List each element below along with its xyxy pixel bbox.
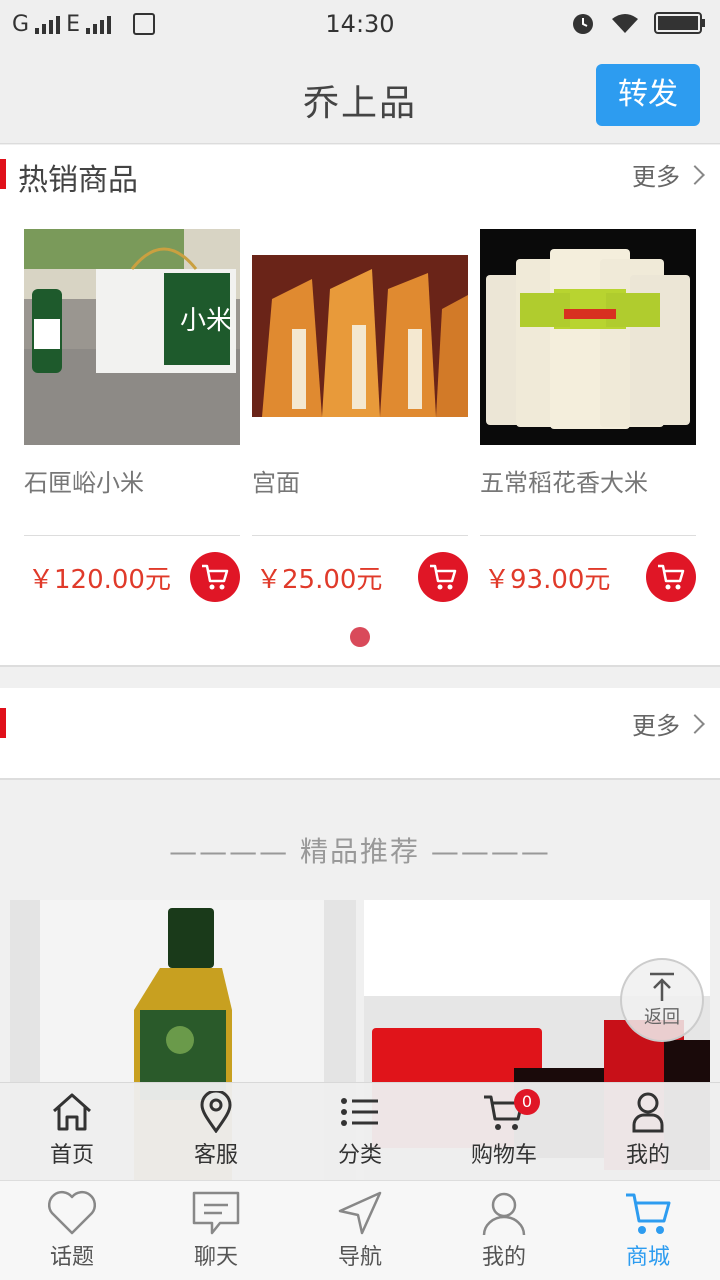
add-to-cart-button[interactable] <box>190 552 240 602</box>
cart-icon <box>202 564 229 590</box>
arrow-up-icon <box>650 972 674 1001</box>
shop-nav-bar: 首页 客服 分类 0 购物车 我的 <box>0 1082 720 1180</box>
product-card[interactable]: 五常稻花香大米 ￥93.00元 <box>480 229 696 618</box>
battery-icon <box>654 12 705 34</box>
shop-nav-cart[interactable]: 0 购物车 <box>432 1083 576 1180</box>
add-to-cart-button[interactable] <box>418 552 468 602</box>
chevron-right-icon <box>685 164 705 185</box>
navigation-icon <box>338 1191 382 1235</box>
product-image-millet[interactable]: 小米 <box>24 229 240 445</box>
shop-nav-home[interactable]: 首页 <box>0 1083 144 1180</box>
cart-icon <box>430 564 457 590</box>
product-price: ￥25.00元 <box>256 564 383 595</box>
bottom-tab-bar: 话题 聊天 导航 我的 商城 <box>0 1180 720 1280</box>
hot-products-section: 热销商品 更多 小米 石匣峪小米 ￥120.00元 宫面 ￥25.00元 五常稻… <box>0 145 720 667</box>
more-link[interactable]: 更多 <box>632 706 705 741</box>
list-icon <box>341 1098 378 1126</box>
status-right <box>570 10 706 36</box>
status-bar: G E 14:30 <box>0 0 720 48</box>
product-card[interactable]: 宫面 ￥25.00元 <box>252 229 468 618</box>
shop-nav-mine[interactable]: 我的 <box>576 1083 720 1180</box>
more-link[interactable]: 更多 <box>632 157 705 192</box>
more-label: 更多 <box>632 163 680 191</box>
back-to-top-button[interactable]: 返回 <box>620 958 704 1042</box>
section-marker <box>0 708 6 738</box>
home-icon <box>53 1093 91 1131</box>
tab-label: 我的 <box>481 1245 526 1270</box>
shop-nav-service[interactable]: 客服 <box>144 1083 288 1180</box>
tab-mall[interactable]: 商城 <box>576 1181 720 1280</box>
add-to-cart-button[interactable] <box>646 552 696 602</box>
shop-nav-category[interactable]: 分类 <box>288 1083 432 1180</box>
recommend-title: ———— 精品推荐 ———— <box>169 835 551 868</box>
person-icon <box>632 1092 664 1133</box>
tab-chat[interactable]: 聊天 <box>144 1181 288 1280</box>
svg-text:小米: 小米 <box>180 306 232 336</box>
price-row: ￥93.00元 <box>480 536 696 618</box>
cart-icon <box>626 1193 671 1234</box>
wifi-icon <box>612 14 638 33</box>
share-button[interactable]: 转发 <box>596 64 700 126</box>
tab-topics[interactable]: 话题 <box>0 1181 144 1280</box>
heart-icon <box>47 1190 97 1235</box>
chat-icon <box>192 1191 240 1235</box>
carousel-page-indicator[interactable] <box>350 627 370 647</box>
app-header: 乔上品 转发 <box>0 48 720 144</box>
product-price: ￥93.00元 <box>484 564 611 595</box>
product-name: 石匣峪小米 <box>24 469 144 497</box>
product-name: 宫面 <box>252 469 300 497</box>
tab-label: 话题 <box>49 1245 94 1270</box>
price-row: ￥25.00元 <box>252 536 468 618</box>
tab-label: 导航 <box>337 1245 382 1270</box>
nav-label: 购物车 <box>470 1143 537 1168</box>
product-price: ￥120.00元 <box>28 564 171 595</box>
location-pin-icon <box>200 1091 232 1133</box>
product-card[interactable]: 小米 石匣峪小米 ￥120.00元 <box>24 229 240 618</box>
cart-count-badge: 0 <box>514 1089 540 1115</box>
section-marker <box>0 159 6 189</box>
price-row: ￥120.00元 <box>24 536 240 618</box>
cart-icon <box>658 564 685 590</box>
alarm-icon <box>573 14 593 34</box>
nav-label: 首页 <box>49 1143 94 1168</box>
product-image-noodles[interactable] <box>252 229 468 445</box>
product-name: 五常稻花香大米 <box>480 469 648 497</box>
tab-navigation[interactable]: 导航 <box>288 1181 432 1280</box>
section-title: 热销商品 <box>18 163 138 198</box>
more-label: 更多 <box>632 712 680 740</box>
tab-label: 商城 <box>625 1245 670 1270</box>
back-to-top-label: 返回 <box>644 1007 680 1028</box>
nav-label: 我的 <box>625 1143 670 1168</box>
chevron-right-icon <box>685 713 705 734</box>
product-image-rice[interactable] <box>480 229 696 445</box>
nav-label: 分类 <box>337 1143 382 1168</box>
person-icon <box>482 1192 526 1236</box>
tab-mine[interactable]: 我的 <box>432 1181 576 1280</box>
nav-label: 客服 <box>193 1143 238 1168</box>
tab-label: 聊天 <box>193 1245 238 1270</box>
second-section: 更多 <box>0 688 720 780</box>
